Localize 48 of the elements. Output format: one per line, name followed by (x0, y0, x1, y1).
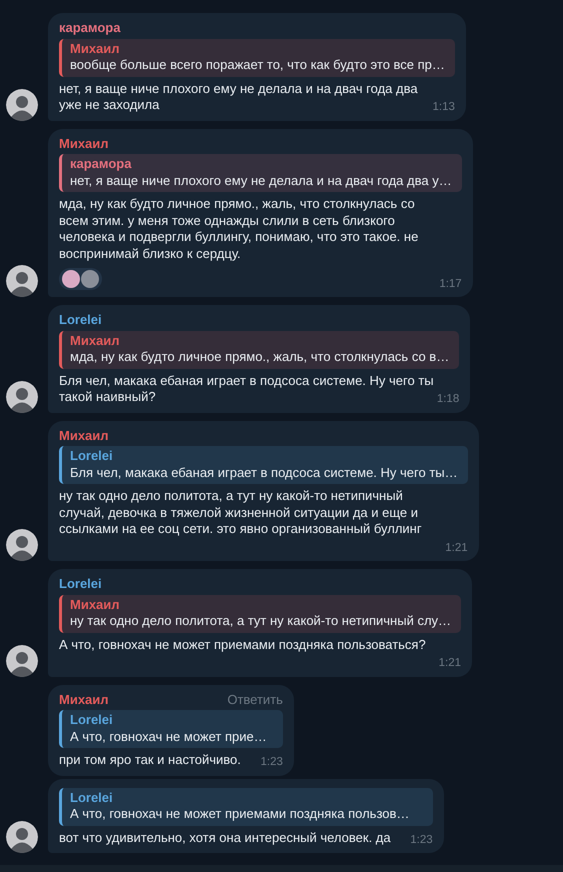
reply-quote[interactable]: Михаил вообще больше всего поражает то, что как будто это все пр… (59, 38, 455, 76)
avatar[interactable] (6, 380, 38, 412)
avatar[interactable] (6, 529, 38, 561)
message-text: мда, ну как будто личное прямо., жаль, что столкнулась со всем этим. у меня тоже однажды слили в сеть близкого человека и подвергли буллингу, понимаю, что это такое. не воспринимай близко к сердцу. (59, 196, 418, 260)
sender-name[interactable]: Lorelei (59, 312, 102, 328)
avatar[interactable] (6, 265, 38, 297)
reply-quote[interactable]: карамора нет, я ваще ниче плохого ему не делала и на двач года два у… (59, 154, 462, 192)
message-time: 1:21 (445, 540, 468, 556)
message-text: вот что удивительно, хотя она интересный человек. да (59, 830, 391, 844)
message-time: 1:23 (410, 832, 433, 848)
avatar[interactable] (6, 88, 38, 120)
quote-text: А что, говнохач не может прие… (70, 728, 267, 745)
message-text: Бля чел, макака ебаная играет в подсоса системе. Ну чего ты такой наивный? (59, 372, 434, 404)
reaction-pill[interactable] (59, 268, 102, 290)
reply-quote[interactable]: Lorelei А что, говнохач не может приемами поздняка пользов… (59, 788, 433, 826)
message-text: нет, я ваще ниче плохого ему не делала и на двач года два уже не заходила (59, 80, 418, 112)
sender-name[interactable]: Lorelei (59, 576, 102, 592)
quote-sender: Lorelei (70, 790, 113, 806)
quote-text: Бля чел, макака ебаная играет в подсоса системе. Ну чего ты… (70, 464, 458, 481)
message-time: 1:17 (439, 276, 462, 292)
quote-sender: карамора (70, 156, 132, 172)
quote-sender: Lorelei (70, 712, 113, 728)
quote-text: А что, говнохач не может приемами поздняка пользов… (70, 806, 410, 822)
message-time: 1:18 (436, 392, 460, 407)
quote-sender: Lorelei (70, 448, 113, 464)
reply-quote[interactable]: Lorelei А что, говнохач не может прие… (59, 710, 283, 748)
quote-text: мда, ну как будто личное прямо., жаль, что столкнулась со в… (70, 349, 450, 366)
reply-quote[interactable]: Михаил ну так одно дело политота, а тут ну какой-то нетипичный слу… (59, 594, 462, 632)
quote-text: ну так одно дело политота, а тут ну какой-то нетипичный слу… (70, 613, 452, 630)
sender-name[interactable]: Михаил (59, 428, 109, 444)
quote-text: нет, я ваще ниче плохого ему не делала и на двач года два у… (70, 172, 452, 189)
quote-text: вообще больше всего поражает то, что как будто это все пр… (70, 57, 445, 74)
message-text: при том яро так и настойчиво. (59, 752, 241, 767)
message-time: 1:21 (438, 656, 462, 671)
message-text: ну так одно дело политота, а тут ну какой-то нетипичный случай, девочка в тяжелой жизненной ситуации да и еще и ссылками на ее соц сети. это явно организованный буллинг (59, 488, 422, 536)
message-time: 1:13 (432, 100, 455, 115)
avatar[interactable] (6, 644, 38, 676)
reply-quote[interactable]: Lorelei Бля чел, макака ебаная играет в подсоса системе. Ну чего ты… (59, 446, 468, 484)
sender-name[interactable]: Михаил (59, 136, 109, 152)
quote-sender: Михаил (70, 332, 120, 349)
message-time: 1:23 (260, 755, 283, 770)
sender-name[interactable]: Михаил (59, 692, 109, 708)
avatar[interactable] (6, 821, 38, 853)
message-text: А что, говнохач не может приемами поздняка пользоваться? (59, 636, 426, 652)
reply-quote[interactable]: Михаил мда, ну как будто личное прямо., жаль, что столкнулась со в… (59, 330, 460, 368)
quote-sender: Михаил (70, 40, 120, 57)
quote-sender: Михаил (70, 596, 120, 613)
sender-name[interactable]: карамора (59, 20, 120, 36)
